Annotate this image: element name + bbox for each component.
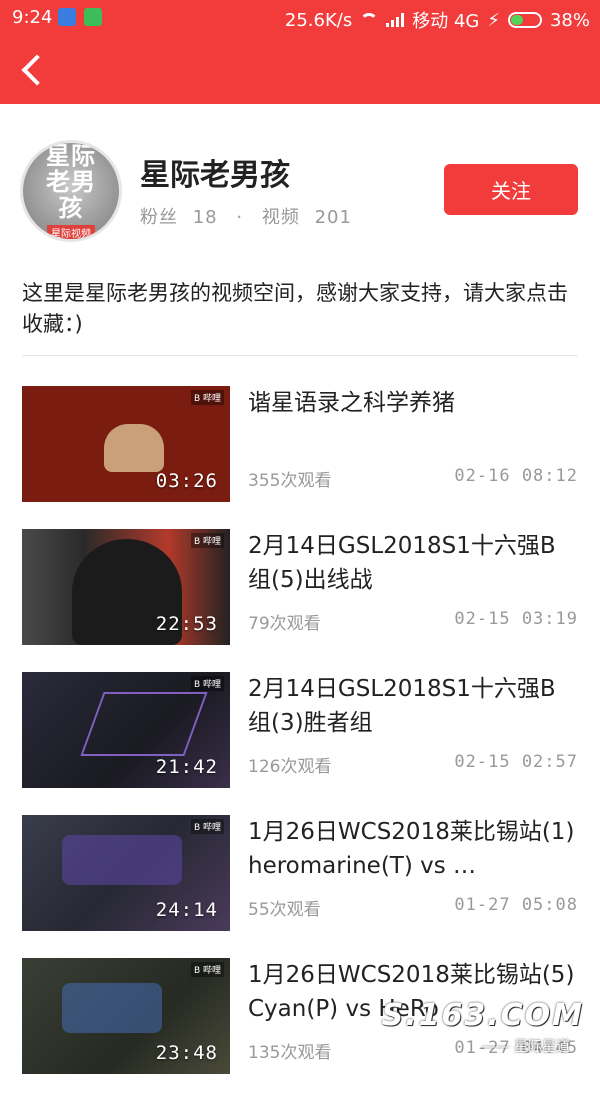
battery-icon [507, 12, 542, 28]
videos-label: 视频 [261, 207, 300, 228]
video-list: B 哔哩 03:26 谐星语录之科学养猪 355次观看 02-16 08:12 … [0, 386, 600, 1101]
watermark: S.163.COM [381, 998, 584, 1033]
avatar-tag: 星际视频 [47, 224, 95, 239]
charging-icon: ⚡ [487, 9, 500, 31]
channel-description: 这里是星际老男孩的视频空间，感谢大家支持，请大家点击收藏：) [22, 281, 568, 336]
video-duration: 23:48 [155, 1042, 218, 1064]
video-date: 02-15 02:57 [454, 752, 578, 772]
thumbnail-figure [62, 983, 162, 1033]
avatar-text: 星际老男孩 [46, 141, 96, 222]
follow-button[interactable]: 关注 [444, 164, 578, 215]
video-item[interactable]: B 哔哩 03:26 谐星语录之科学养猪 355次观看 02-16 08:12 [0, 386, 600, 529]
notification-battery-app-icon [84, 8, 102, 26]
video-title[interactable]: 2月14日GSL2018S1十六强B组(3)胜者组 [248, 672, 578, 740]
thumbnail-figure [104, 424, 164, 472]
video-title[interactable]: 2月14日GSL2018S1十六强B组(5)出线战 [248, 529, 578, 597]
thumbnail-figure [62, 835, 182, 885]
bilibili-logo-icon: B 哔哩 [190, 533, 224, 548]
channel-name: 星际老男孩 [140, 158, 290, 193]
video-views: 355次观看 [248, 471, 332, 491]
video-item[interactable]: B 哔哩 22:53 2月14日GSL2018S1十六强B组(5)出线战 79次… [0, 529, 600, 672]
carrier-label: 移动 4G [412, 11, 480, 32]
video-thumbnail[interactable]: B 哔哩 23:48 [22, 958, 230, 1074]
video-thumbnail[interactable]: B 哔哩 22:53 [22, 529, 230, 645]
video-views: 135次观看 [248, 1043, 332, 1063]
video-views: 79次观看 [248, 614, 321, 634]
avatar[interactable]: 星际老男孩 星际视频 [20, 140, 122, 242]
video-views: 55次观看 [248, 900, 321, 920]
video-item[interactable]: B 哔哩 21:42 2月14日GSL2018S1十六强B组(3)胜者组 126… [0, 672, 600, 815]
video-date: 02-16 08:12 [454, 466, 578, 486]
video-duration: 24:14 [155, 899, 218, 921]
back-arrow-icon[interactable] [21, 54, 53, 86]
video-thumbnail[interactable]: B 哔哩 03:26 [22, 386, 230, 502]
videos-count: 201 [314, 207, 352, 228]
video-item[interactable]: B 哔哩 24:14 1月26日WCS2018莱比锡站(1) heromarin… [0, 815, 600, 958]
watermark-subtitle: —— 星际星道 [481, 1039, 570, 1055]
divider [22, 355, 578, 356]
channel-stats: 粉丝 18 · 视频 201 [140, 203, 352, 229]
bilibili-logo-icon: B 哔哩 [190, 819, 224, 834]
bilibili-logo-icon: B 哔哩 [190, 962, 224, 977]
video-duration: 21:42 [155, 756, 218, 778]
app-header [0, 34, 600, 104]
bilibili-logo-icon: B 哔哩 [190, 390, 224, 405]
video-title[interactable]: 1月26日WCS2018莱比锡站(1) heromarine(T) vs … [248, 815, 578, 883]
thumbnail-figure [80, 692, 208, 756]
battery-percent: 38% [549, 9, 590, 31]
video-duration: 03:26 [155, 470, 218, 492]
video-thumbnail[interactable]: B 哔哩 21:42 [22, 672, 230, 788]
signal-icon [386, 13, 405, 27]
video-date: 01-27 05:08 [454, 895, 578, 915]
video-title[interactable]: 谐星语录之科学养猪 [248, 386, 578, 420]
video-thumbnail[interactable]: B 哔哩 24:14 [22, 815, 230, 931]
status-time: 9:24 [12, 7, 53, 28]
video-date: 02-15 03:19 [454, 609, 578, 629]
network-speed: 25.6K/s [284, 9, 353, 31]
wifi-icon [360, 13, 379, 27]
bilibili-logo-icon: B 哔哩 [190, 676, 224, 691]
video-duration: 22:53 [155, 613, 218, 635]
notification-app-icon [58, 8, 76, 26]
fans-count: 18 [192, 207, 218, 228]
status-right: 25.6K/s 移动 4G ⚡ 38% [285, 7, 590, 33]
status-bar: 9:24 25.6K/s 移动 4G ⚡ 38% [0, 0, 600, 34]
stats-separator: · [236, 207, 244, 228]
video-views: 126次观看 [248, 757, 332, 777]
fans-label: 粉丝 [140, 207, 178, 228]
